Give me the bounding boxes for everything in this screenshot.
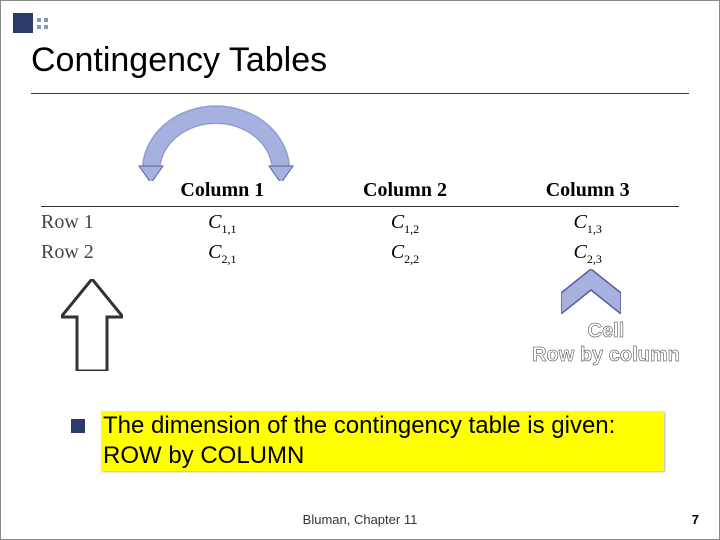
accent-square-icon [13,13,33,33]
row-label-1: Row 1 [41,211,131,237]
cell-annotation-line2: Row by column [511,343,701,367]
bullet-item: The dimension of the contingency table i… [71,411,664,471]
cell-1-1: C1,1 [131,211,314,237]
table-row: Row 1 C1,1 C1,2 C1,3 [41,207,679,237]
curved-arrow-icon [131,101,301,181]
footer-center: Bluman, Chapter 11 [1,512,719,527]
table-header-row: Column 1 Column 2 Column 3 [41,179,679,207]
cell-1-3: C1,3 [496,211,679,237]
col-header-1: Column 1 [131,179,314,202]
up-arrow-icon [61,279,123,371]
cell-2-2: C2,2 [314,241,497,267]
cell-2-3: C2,3 [496,241,679,267]
accent-decoration [13,13,48,33]
contingency-table: Column 1 Column 2 Column 3 Row 1 C1,1 C1… [41,179,679,267]
accent-dots-icon [37,18,48,29]
bullet-square-icon [71,419,85,433]
table-row: Row 2 C2,1 C2,2 C2,3 [41,237,679,267]
title-rule [31,93,689,94]
chevron-up-icon [561,269,621,314]
page-title: Contingency Tables [31,41,327,80]
table-body: Row 1 C1,1 C1,2 C1,3 Row 2 C2,1 C2,2 C2,… [41,207,679,267]
slide: Contingency Tables Column 1 Column 2 Col… [0,0,720,540]
page-number: 7 [692,512,699,527]
col-header-3: Column 3 [496,179,679,202]
col-header-2: Column 2 [314,179,497,202]
row-label-2: Row 2 [41,241,131,267]
bullet-text: The dimension of the contingency table i… [101,411,664,471]
cell-1-2: C1,2 [314,211,497,237]
cell-annotation-line1: Cell [511,319,701,343]
cell-2-1: C2,1 [131,241,314,267]
cell-annotation: Cell Row by column [511,319,701,367]
